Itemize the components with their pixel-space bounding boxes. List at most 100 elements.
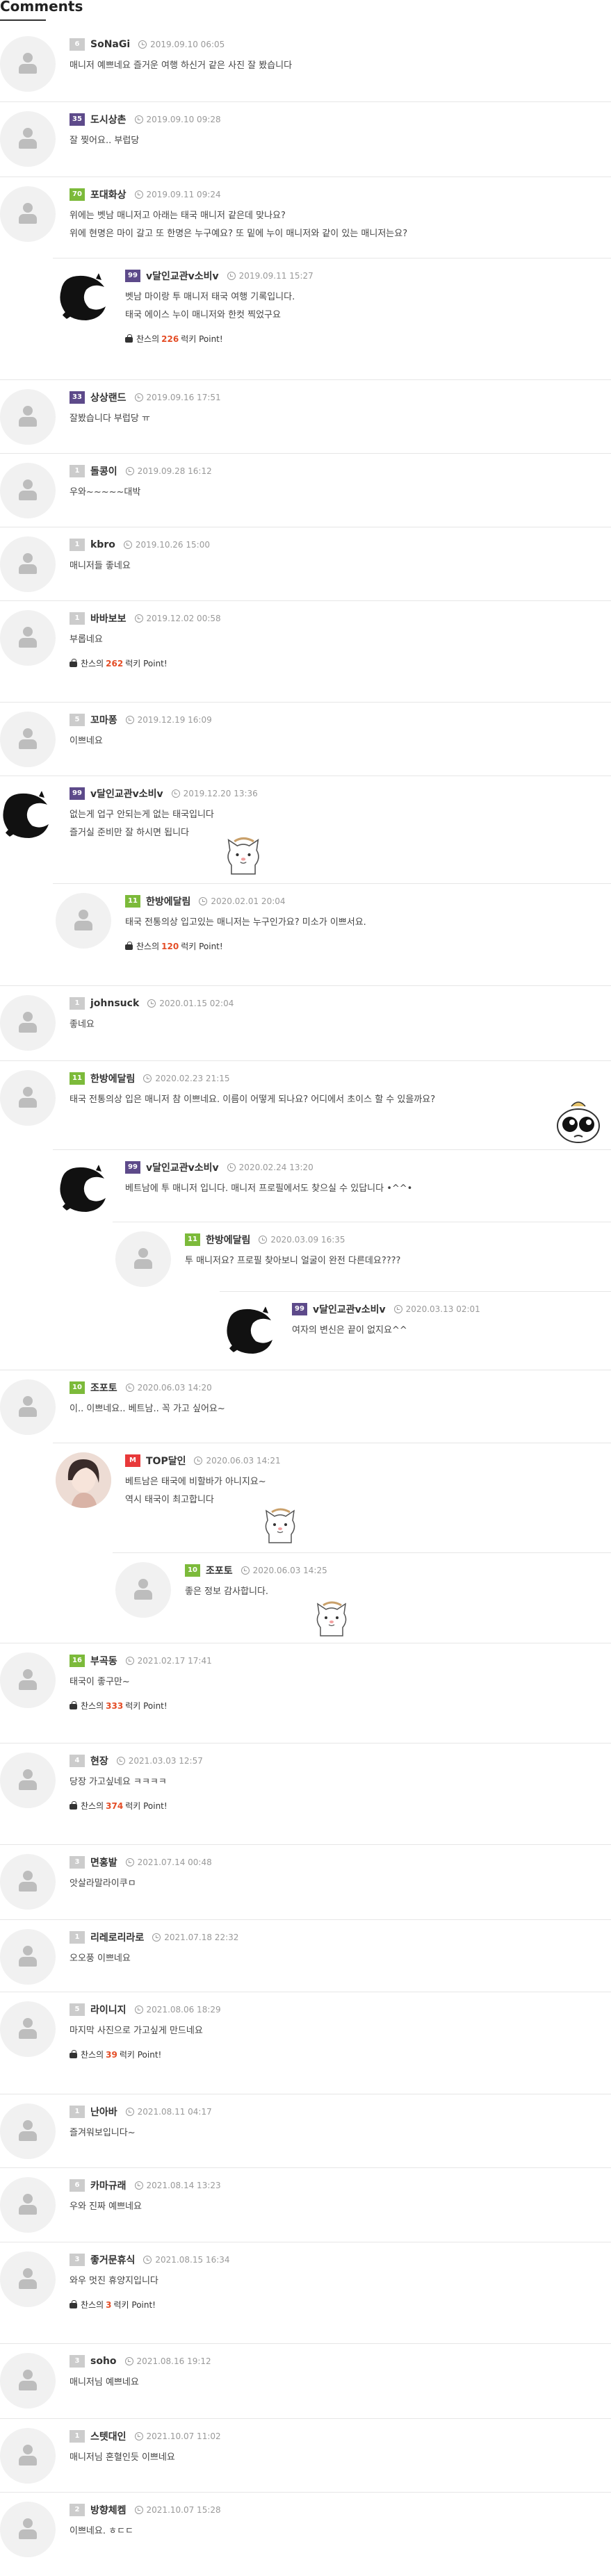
level-badge: 11 — [185, 1233, 200, 1246]
comment-meta: 6 카마규래 2021.08.14 13:23 — [70, 2179, 221, 2192]
author-name[interactable]: 스텟대인 — [90, 2429, 127, 2443]
author-name[interactable]: 한방에달림 — [206, 1233, 250, 1247]
author-name[interactable]: 카마규래 — [90, 2179, 127, 2192]
lucky-point: 찬스의 3 럭키 Point! — [70, 2299, 156, 2311]
author-name[interactable]: 방향체켐 — [90, 2503, 127, 2517]
avatar[interactable] — [0, 787, 54, 842]
avatar[interactable] — [0, 610, 56, 666]
clock-icon — [125, 1384, 134, 1392]
author-name[interactable]: johnsuck — [90, 998, 139, 1009]
avatar[interactable] — [0, 463, 56, 518]
author-name[interactable]: 현장 — [90, 1754, 108, 1768]
comment-date: 2021.10.07 11:02 — [146, 2431, 221, 2441]
author-name[interactable]: v달인교관v소비v — [313, 1302, 386, 1316]
level-badge: 1 — [70, 465, 85, 477]
comment-divider — [0, 600, 611, 601]
avatar[interactable] — [56, 1160, 111, 1216]
avatar[interactable] — [0, 2353, 56, 2409]
author-name[interactable]: 부곡동 — [90, 1654, 117, 1668]
author-name[interactable]: v달인교관v소비v — [146, 1160, 219, 1174]
avatar[interactable] — [115, 1562, 171, 1618]
level-badge: 70 — [70, 188, 85, 201]
author-name[interactable]: 난아바 — [90, 2105, 117, 2119]
avatar[interactable] — [0, 186, 56, 242]
clock-icon — [134, 115, 143, 124]
comment-meta: 5 라이니지 2021.08.06 18:29 — [70, 2003, 221, 2017]
avatar[interactable] — [0, 2001, 56, 2057]
comment-text: 위에 현명은 마이 갈고 또 한명은 누구예요? 또 밑에 누이 매니저와 같이… — [70, 229, 408, 239]
avatar-body-icon — [19, 1098, 37, 1108]
author-name[interactable]: v달인교관v소비v — [90, 787, 163, 801]
avatar[interactable] — [0, 712, 56, 767]
avatar-body-icon — [19, 2205, 37, 2215]
comment-text: 위에는 벳남 매니저고 아래는 태국 매니저 같은데 맞나요? — [70, 211, 286, 221]
author-name[interactable]: soho — [90, 2356, 117, 2367]
comment-text: 역시 태국이 최고합니다 — [125, 1495, 214, 1505]
author-name[interactable]: 리레로리라로 — [90, 1930, 144, 1944]
avatar[interactable] — [0, 2428, 56, 2484]
comment-meta: 99 v달인교관v소비v 2020.02.24 13:20 — [125, 1160, 313, 1174]
clock-icon — [116, 1757, 125, 1765]
clock-icon — [134, 2181, 143, 2190]
avatar[interactable] — [0, 1854, 56, 1910]
author-name[interactable]: 한방에달림 — [90, 1072, 135, 1085]
author-name[interactable]: v달인교관v소비v — [146, 269, 219, 283]
comment-date: 2019.10.26 15:00 — [135, 540, 210, 550]
avatar[interactable] — [0, 2251, 56, 2307]
author-name[interactable]: 조포토 — [206, 1564, 233, 1577]
comment-meta: 1 johnsuck 2020.01.15 02:04 — [70, 996, 234, 1010]
comment-date: 2019.09.16 17:51 — [146, 393, 221, 402]
avatar[interactable] — [56, 269, 111, 325]
avatar-head-icon — [23, 1012, 33, 1022]
avatar[interactable] — [0, 1652, 56, 1708]
comment-date: 2020.06.03 14:20 — [137, 1383, 212, 1393]
avatar-body-icon — [19, 2456, 37, 2466]
comment-meta: 1 kbro 2019.10.26 15:00 — [70, 538, 210, 552]
author-name[interactable]: 도시상촌 — [90, 113, 127, 126]
avatar[interactable] — [0, 2103, 56, 2159]
avatar[interactable] — [0, 1929, 56, 1985]
author-name[interactable]: 한방에달림 — [146, 894, 190, 908]
avatar[interactable] — [0, 1070, 56, 1126]
avatar[interactable] — [0, 111, 56, 167]
author-name[interactable]: 바바보보 — [90, 612, 127, 625]
lucky-point: 찬스의 39 럭키 Point! — [70, 2049, 161, 2060]
clock-icon — [134, 614, 143, 623]
author-name[interactable]: 상상랜드 — [90, 391, 127, 404]
avatar[interactable] — [0, 536, 56, 592]
author-name[interactable]: 조포토 — [90, 1381, 117, 1395]
level-badge: 3 — [70, 1856, 85, 1869]
point-prefix: 찬스의 — [81, 1701, 104, 1711]
author-name[interactable]: 좋거문휴식 — [90, 2253, 135, 2267]
comment-divider — [0, 702, 611, 703]
avatar[interactable] — [0, 389, 56, 445]
avatar[interactable] — [222, 1302, 278, 1358]
clock-icon — [227, 272, 236, 280]
avatar[interactable] — [0, 1379, 56, 1435]
author-name[interactable]: 면홍발 — [90, 1855, 117, 1869]
point-value: 3 — [106, 2299, 112, 2310]
comment-date: 2020.02.01 20:04 — [211, 896, 286, 906]
author-name[interactable]: kbro — [90, 539, 115, 550]
author-name[interactable]: 포대화상 — [90, 188, 127, 202]
lucky-point: 찬스의 262 럭키 Point! — [70, 657, 168, 669]
avatar[interactable] — [0, 2177, 56, 2233]
level-badge: 3 — [70, 2254, 85, 2266]
avatar[interactable] — [56, 893, 111, 949]
avatar[interactable] — [0, 1753, 56, 1808]
comment-meta: 2 방향체켐 2021.10.07 15:28 — [70, 2503, 221, 2517]
author-name[interactable]: SoNaGi — [90, 39, 130, 50]
author-name[interactable]: 라이니지 — [90, 2003, 127, 2017]
avatar[interactable] — [0, 995, 56, 1051]
avatar[interactable] — [0, 36, 56, 92]
author-name[interactable]: 꼬마퐁 — [90, 713, 117, 727]
avatar-body-icon — [134, 1259, 152, 1269]
author-name[interactable]: TOP달인 — [146, 1454, 186, 1468]
comment-divider — [0, 453, 611, 454]
level-badge: 2 — [70, 2504, 85, 2516]
avatar-head-icon — [79, 910, 88, 919]
author-name[interactable]: 돌콩이 — [90, 464, 117, 478]
avatar[interactable] — [0, 2502, 56, 2557]
avatar[interactable] — [115, 1231, 171, 1287]
avatar[interactable] — [56, 1452, 111, 1508]
